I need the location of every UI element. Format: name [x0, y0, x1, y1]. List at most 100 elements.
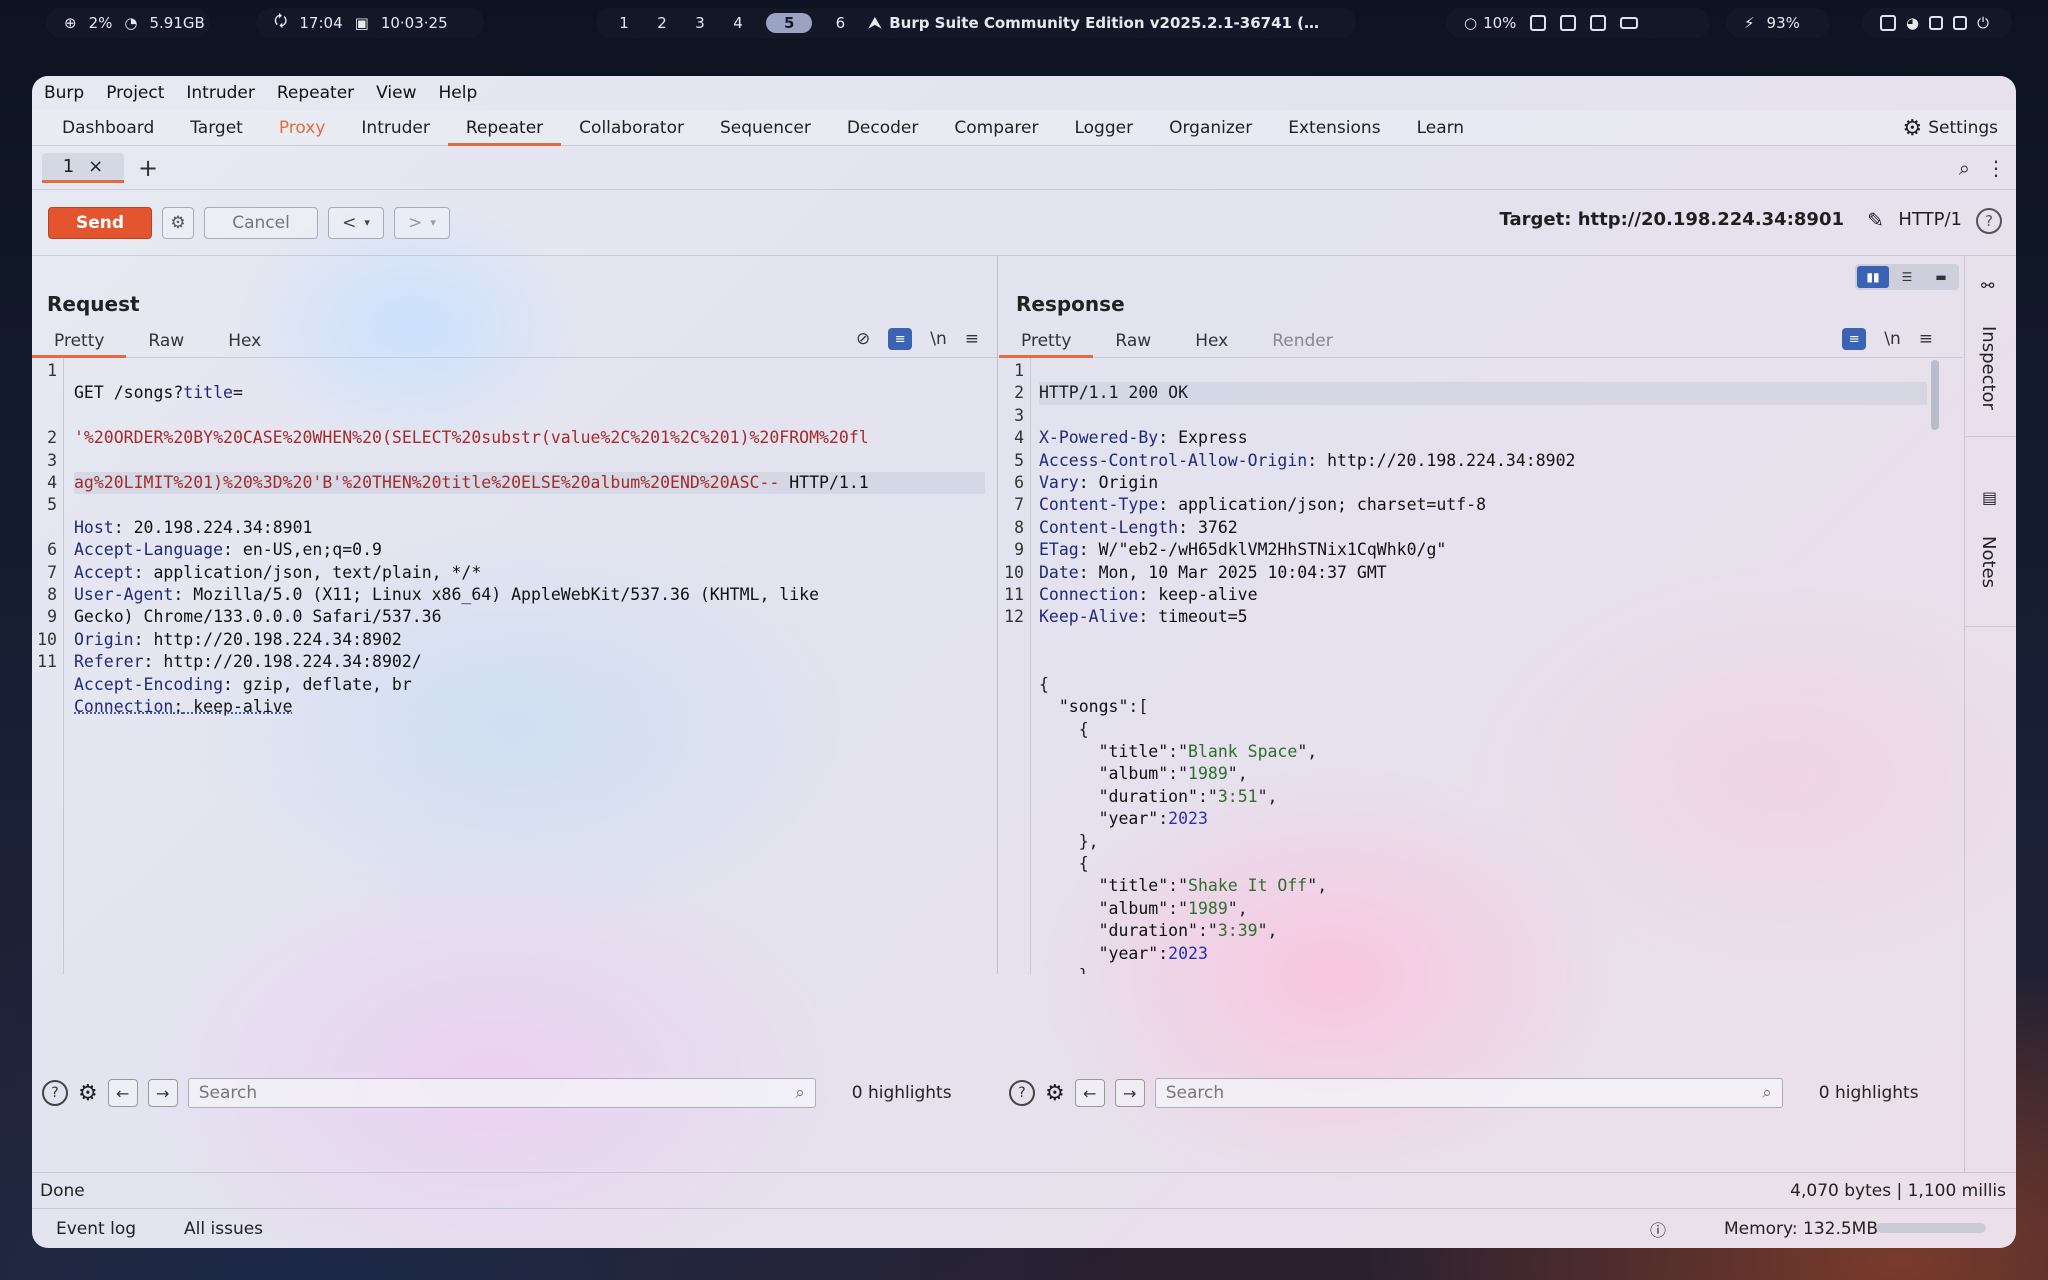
help-icon[interactable]: ?	[1976, 208, 2002, 234]
header-name: Accept	[74, 562, 134, 582]
menu-icon[interactable]: ≡	[965, 329, 979, 349]
history-forward-button[interactable]: > ▾	[394, 206, 450, 239]
tab-learn[interactable]: Learn	[1399, 110, 1483, 145]
send-button[interactable]: Send	[48, 206, 152, 239]
power-icon[interactable]: ⏻	[1977, 14, 1989, 32]
tab-extensions[interactable]: Extensions	[1270, 110, 1398, 145]
all-issues-button[interactable]: All issues	[184, 1219, 263, 1239]
tab-proxy[interactable]: Proxy	[261, 110, 344, 145]
request-tab-pretty[interactable]: Pretty	[32, 331, 127, 358]
response-editor[interactable]: 1 2 3 4 5 6 7 8 9 10 11 12 HTTP/1.1 200 OK X-Powere…	[999, 358, 1939, 974]
next-match-button[interactable]: →	[1114, 1079, 1145, 1107]
history-back-button[interactable]: < ▾	[328, 206, 384, 239]
hide-icon[interactable]: ⊘	[856, 329, 870, 349]
request-tab-hex[interactable]: Hex	[206, 331, 283, 357]
response-tab-pretty[interactable]: Pretty	[999, 331, 1094, 358]
clock-widget[interactable]: 🗘 17:04 ▣ 10·03·25	[256, 8, 484, 38]
tab-intruder[interactable]: Intruder	[343, 110, 447, 145]
menu-repeater[interactable]: Repeater	[277, 83, 354, 103]
repeater-tab-1[interactable]: 1 ×	[42, 152, 124, 183]
send-options-button[interactable]: ⚙	[162, 206, 194, 239]
cancel-button[interactable]: Cancel	[204, 206, 318, 239]
response-code[interactable]: HTTP/1.1 200 OK X-Powered-By: Express Acc…	[1039, 360, 1927, 974]
edit-target-icon[interactable]: ✎	[1867, 208, 1884, 232]
prev-match-button[interactable]: ←	[1074, 1079, 1105, 1107]
add-tab-button[interactable]: +	[138, 154, 158, 182]
palette-icon[interactable]: ◕	[1906, 14, 1919, 32]
next-match-button[interactable]: →	[147, 1079, 178, 1107]
response-highlights-count: 0 highlights	[1818, 1083, 1919, 1103]
response-tab-render[interactable]: Render	[1250, 331, 1355, 357]
tab-logger[interactable]: Logger	[1056, 110, 1151, 145]
event-log-button[interactable]: Event log	[56, 1219, 136, 1239]
tray-icon-a[interactable]	[1560, 15, 1577, 31]
memory-usage-label: Memory: 132.5MB	[1723, 1218, 1878, 1239]
gear-icon[interactable]: ⚙	[78, 1081, 98, 1106]
newline-icon[interactable]: \n	[930, 329, 947, 349]
resource-widget[interactable]: ⊕ 2% ◔ 5.91GB	[46, 8, 210, 38]
tray-icon-b[interactable]	[1590, 15, 1607, 31]
menu-help[interactable]: Help	[439, 83, 478, 103]
gear-icon[interactable]: ⚙	[1045, 1081, 1065, 1106]
scrollbar[interactable]	[1931, 360, 1939, 430]
pretty-print-icon[interactable]: ≡	[1842, 328, 1867, 350]
http-version[interactable]: HTTP/1	[1898, 209, 1962, 230]
close-icon[interactable]: ×	[88, 156, 103, 177]
main-tab-bar: Dashboard Target Proxy Intruder Repeater…	[32, 110, 2016, 146]
tabbed-layout-icon[interactable]: ▬	[1925, 266, 1957, 288]
inspector-icon[interactable]: ⚯	[1981, 276, 1994, 295]
split-vertical-icon[interactable]: ☰	[1891, 266, 1923, 288]
tab-dashboard[interactable]: Dashboard	[44, 110, 172, 145]
response-tab-raw[interactable]: Raw	[1093, 331, 1173, 357]
help-icon[interactable]: ?	[42, 1080, 68, 1106]
workspace-1[interactable]: 1	[614, 14, 634, 32]
request-tab-raw[interactable]: Raw	[126, 331, 206, 357]
tab-collaborator[interactable]: Collaborator	[561, 110, 702, 145]
notes-icon[interactable]: ▤	[1982, 488, 1997, 507]
more-icon[interactable]: ⋮	[1986, 156, 2006, 180]
query-param-name: title	[183, 383, 233, 403]
tab-sequencer[interactable]: Sequencer	[702, 110, 829, 145]
split-horizontal-icon[interactable]: ▮▮	[1857, 266, 1889, 288]
tab-decoder[interactable]: Decoder	[829, 110, 937, 145]
menu-view[interactable]: View	[376, 83, 416, 103]
screenshot-icon[interactable]	[1880, 15, 1896, 31]
request-editor[interactable]: 1 23 45 6 7 8 9 10 11 GET /songs?title= '%20OR…	[32, 358, 997, 974]
prev-match-button[interactable]: ←	[107, 1079, 138, 1107]
search-icon[interactable]: ⌕	[1959, 156, 1970, 180]
menu-burp[interactable]: Burp	[44, 83, 84, 103]
newline-icon[interactable]: \n	[1884, 329, 1901, 349]
workspace-4[interactable]: 4	[728, 14, 748, 32]
tray-widget[interactable]: ○ 10%	[1446, 8, 1710, 38]
windows-icon[interactable]	[1929, 16, 1944, 30]
battery-widget[interactable]: ⚡ 93%	[1726, 8, 1830, 38]
tab-target[interactable]: Target	[172, 110, 261, 145]
request-code[interactable]: GET /songs?title= '%20ORDER%20BY%20CASE%…	[74, 360, 985, 808]
workspace-6[interactable]: 6	[830, 14, 850, 32]
help-icon[interactable]: ?	[1009, 1080, 1035, 1106]
tab-organizer[interactable]: Organizer	[1151, 110, 1270, 145]
request-search-input[interactable]: Search ⌕	[187, 1078, 816, 1108]
response-search-input[interactable]: Search ⌕	[1154, 1078, 1783, 1108]
line-number	[999, 920, 1024, 942]
menu-project[interactable]: Project	[106, 83, 164, 103]
settings-button[interactable]: ⚙ Settings	[1903, 110, 1998, 146]
keyboard-icon[interactable]	[1620, 17, 1639, 29]
menu-intruder[interactable]: Intruder	[186, 83, 254, 103]
line-number	[999, 853, 1024, 875]
menu-icon[interactable]: ≡	[1919, 329, 1933, 349]
workspace-5[interactable]: 5	[766, 13, 813, 33]
response-tab-hex[interactable]: Hex	[1173, 331, 1250, 357]
tab-repeater[interactable]: Repeater	[447, 110, 562, 146]
line-number: 1	[47, 361, 57, 380]
notes-tab[interactable]: Notes	[1978, 536, 1999, 588]
pretty-print-icon[interactable]: ≡	[888, 328, 913, 350]
tray-app-icon[interactable]	[1530, 15, 1547, 31]
burp-window: Burp Project Intruder Repeater View Help…	[32, 76, 2016, 1248]
tab-comparer[interactable]: Comparer	[936, 110, 1056, 145]
clipboard-icon[interactable]	[1953, 16, 1968, 30]
workspace-2[interactable]: 2	[652, 14, 672, 32]
header-line: Connection: keep-alive	[74, 697, 293, 717]
inspector-tab[interactable]: Inspector	[1978, 326, 1999, 410]
workspace-3[interactable]: 3	[690, 14, 710, 32]
